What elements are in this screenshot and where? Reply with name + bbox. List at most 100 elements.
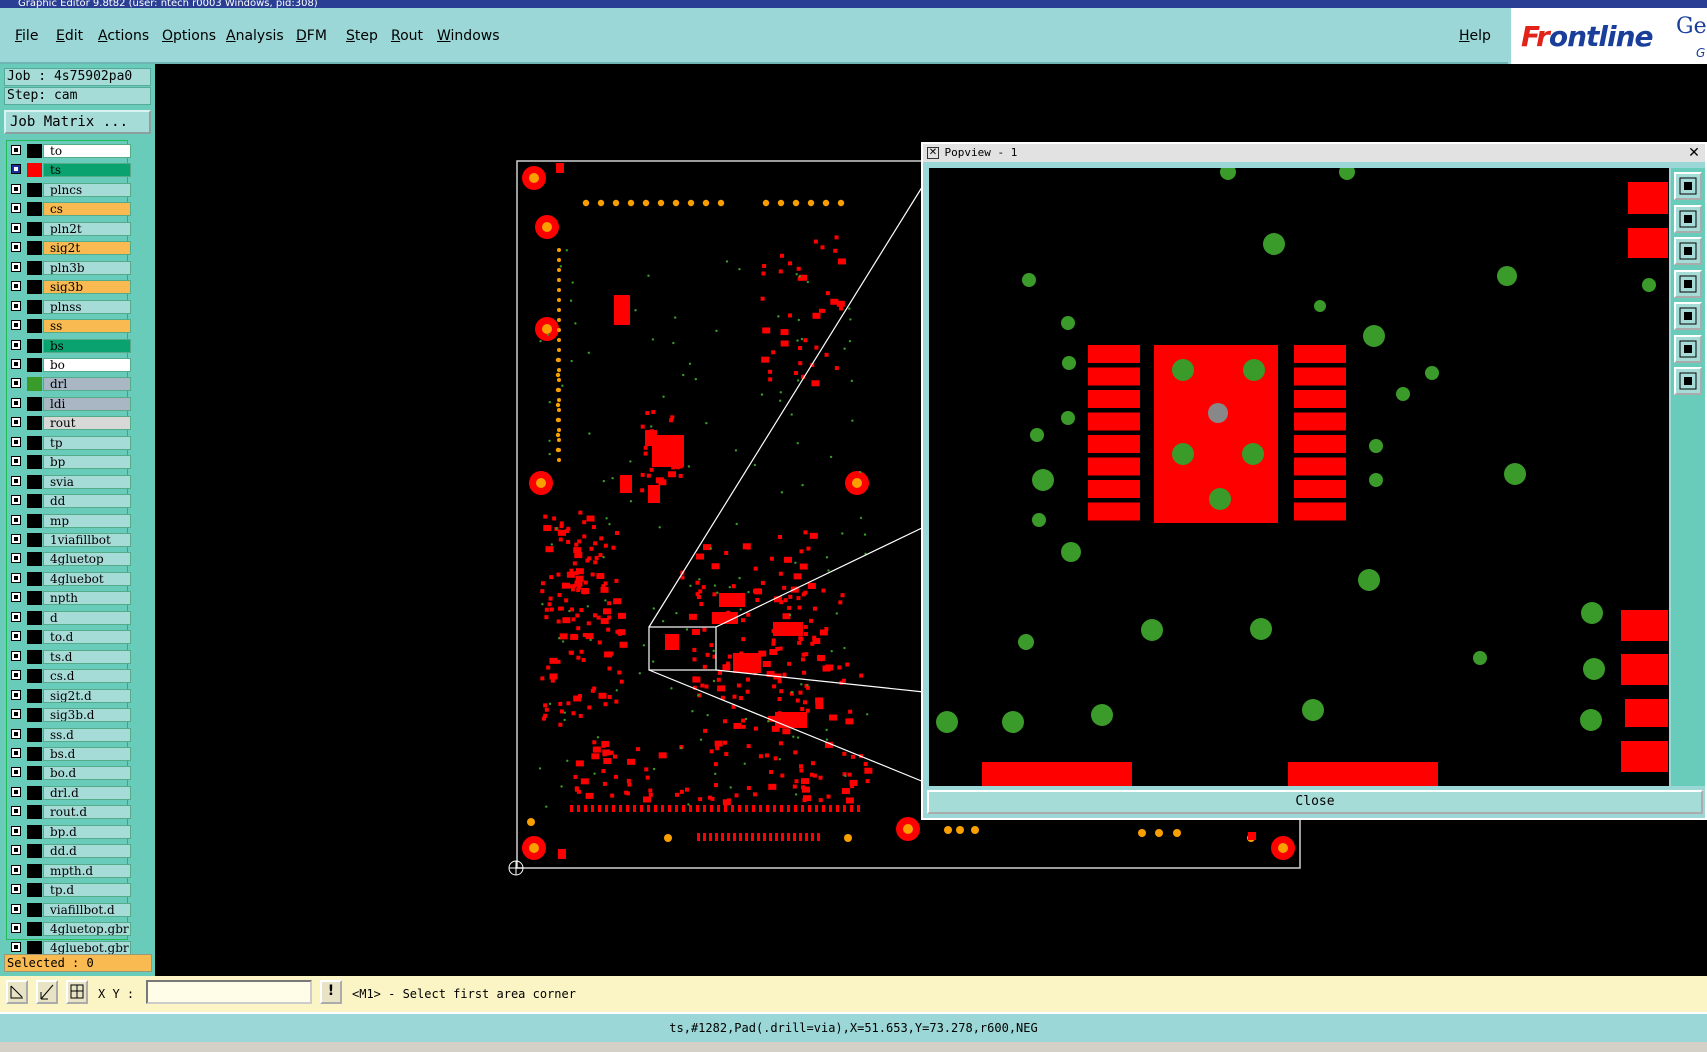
popview-zoom-view[interactable] (929, 164, 1669, 786)
layer-checkbox[interactable] (11, 611, 21, 622)
layer-row-cs-d[interactable]: cs.d (9, 669, 131, 684)
menu-edit[interactable]: Edit (56, 28, 83, 44)
layer-row-svia[interactable]: svia (9, 474, 131, 489)
layer-checkbox[interactable] (11, 728, 21, 739)
layer-checkbox[interactable] (11, 456, 21, 467)
menu-file[interactable]: File (15, 28, 38, 44)
layer-checkbox[interactable] (11, 884, 21, 895)
layer-checkbox[interactable] (11, 650, 21, 661)
layer-name[interactable]: cs (43, 202, 131, 217)
pan-down-icon[interactable] (1674, 237, 1702, 265)
layer-row-ts-d[interactable]: ts.d (9, 649, 131, 664)
close-button[interactable]: Close (927, 790, 1703, 814)
layer-name[interactable]: 4gluetop.gbr (43, 922, 131, 936)
layer-name[interactable]: sig2t (43, 241, 131, 256)
layer-row-sig3b[interactable]: sig3b (9, 280, 131, 295)
layer-row-pln2t[interactable]: pln2t (9, 221, 131, 236)
layer-name[interactable]: d (43, 610, 131, 625)
layer-name[interactable]: svia (43, 474, 131, 489)
layer-name[interactable]: rout (43, 416, 131, 431)
layer-name[interactable]: ts.d (43, 649, 131, 664)
layer-row-bo-d[interactable]: bo.d (9, 766, 131, 781)
layer-row-ts[interactable]: ts (9, 163, 131, 178)
layer-row-npth[interactable]: npth (9, 591, 131, 606)
layer-name[interactable]: plncs (43, 182, 131, 197)
layer-checkbox[interactable] (11, 183, 21, 194)
layer-row-4gluetop[interactable]: 4gluetop (9, 552, 131, 567)
zoom-out-icon[interactable] (1674, 367, 1702, 395)
layer-row-bs[interactable]: bs (9, 338, 131, 353)
layer-checkbox[interactable] (11, 689, 21, 700)
zoom-fit-icon[interactable] (1674, 172, 1702, 200)
layer-checkbox[interactable] (11, 806, 21, 817)
layer-name[interactable]: bp.d (43, 824, 131, 839)
layer-row-sig2t-d[interactable]: sig2t.d (9, 688, 131, 703)
layer-checkbox[interactable] (11, 845, 21, 856)
layer-row-ss[interactable]: ss (9, 319, 131, 334)
layer-name[interactable]: bo.d (43, 766, 131, 781)
layer-checkbox[interactable] (11, 709, 21, 720)
layer-name[interactable]: cs.d (43, 669, 131, 684)
layer-checkbox[interactable] (11, 222, 21, 233)
layer-checkbox[interactable] (11, 747, 21, 758)
layer-checkbox[interactable] (11, 572, 21, 583)
layer-name[interactable]: ss.d (43, 727, 131, 742)
layer-checkbox[interactable] (11, 261, 21, 272)
layer-checkbox[interactable] (11, 378, 21, 389)
layer-name[interactable]: dd (43, 494, 131, 509)
layer-row-d[interactable]: d (9, 610, 131, 625)
layer-checkbox[interactable] (11, 825, 21, 836)
layer-row-tp-d[interactable]: tp.d (9, 883, 131, 898)
layer-name[interactable]: tp (43, 435, 131, 450)
layer-name[interactable]: mpth.d (43, 863, 131, 878)
layer-row-bp[interactable]: bp (9, 455, 131, 470)
menu-actions[interactable]: Actions (98, 28, 149, 44)
layer-checkbox[interactable] (11, 631, 21, 642)
layer-name[interactable]: plnss (43, 299, 131, 314)
layer-name[interactable]: ts (43, 163, 131, 178)
layer-checkbox[interactable] (11, 475, 21, 486)
layer-name[interactable]: viafillbot.d (43, 902, 131, 917)
layer-name[interactable]: bs.d (43, 746, 131, 761)
xy-input[interactable] (146, 980, 312, 1004)
layer-name[interactable]: bo (43, 357, 131, 372)
layer-checkbox[interactable] (11, 767, 21, 778)
layer-row-plnss[interactable]: plnss (9, 299, 131, 314)
menu-help[interactable]: Help (1459, 28, 1491, 44)
popview-canvas[interactable] (929, 164, 1669, 786)
layer-checkbox[interactable] (11, 358, 21, 369)
layer-checkbox[interactable] (11, 339, 21, 350)
layer-checkbox[interactable] (11, 670, 21, 681)
measure-tool-icon[interactable] (36, 980, 58, 1004)
layer-name[interactable]: bs (43, 338, 131, 353)
layer-checkbox[interactable] (11, 514, 21, 525)
layer-row-to[interactable]: to (9, 144, 131, 158)
layer-name[interactable]: pln3b (43, 260, 131, 275)
layer-checkbox[interactable] (11, 300, 21, 311)
menu-dfm[interactable]: DFM (296, 28, 327, 44)
layer-checkbox[interactable] (11, 320, 21, 331)
exclamation-button[interactable]: ! (320, 980, 342, 1004)
layer-row-dd[interactable]: dd (9, 494, 131, 509)
layer-row-mpth-d[interactable]: mpth.d (9, 863, 131, 878)
layer-name[interactable]: 4gluebot (43, 571, 131, 586)
layer-checkbox[interactable] (11, 534, 21, 544)
layer-row-tp[interactable]: tp (9, 435, 131, 450)
layer-row-1viafillbot[interactable]: 1viafillbot (9, 533, 131, 547)
popview-titlebar[interactable]: ✕ Popview - 1 ✕ (923, 144, 1705, 162)
layer-row-dd-d[interactable]: dd.d (9, 844, 131, 859)
layer-checkbox[interactable] (11, 281, 21, 292)
layer-checkbox[interactable] (11, 923, 21, 933)
layer-row-sig2t[interactable]: sig2t (9, 241, 131, 256)
layer-checkbox[interactable] (11, 553, 21, 564)
layer-checkbox[interactable] (11, 592, 21, 603)
layer-checkbox[interactable] (11, 203, 21, 214)
layer-name[interactable]: to (43, 144, 131, 158)
layer-row-plncs[interactable]: plncs (9, 182, 131, 197)
layer-name[interactable]: sig3b.d (43, 708, 131, 723)
layer-name[interactable]: sig2t.d (43, 688, 131, 703)
layer-row-drl-d[interactable]: drl.d (9, 785, 131, 800)
layer-name[interactable]: npth (43, 591, 131, 606)
pan-up-icon[interactable] (1674, 204, 1702, 233)
layer-name[interactable]: ldi (43, 396, 131, 411)
